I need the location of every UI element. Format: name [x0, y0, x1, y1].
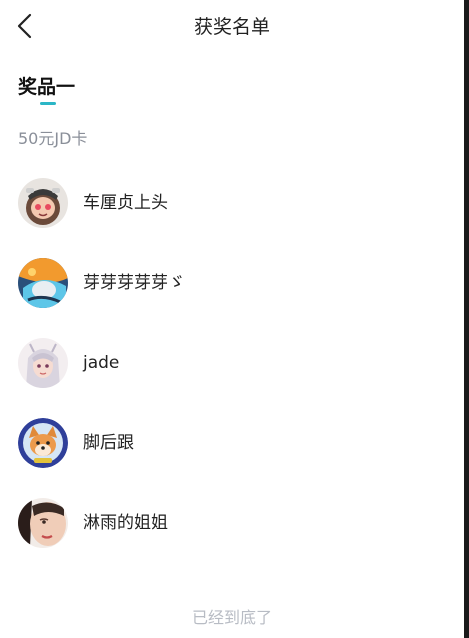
- avatar[interactable]: [18, 338, 68, 388]
- winner-name: 脚后跟: [83, 433, 134, 453]
- end-of-list-text: 已经到底了: [191, 608, 272, 627]
- winner-name: jade: [83, 353, 120, 373]
- avatar[interactable]: [18, 418, 68, 468]
- list-item: 淋雨的姐姐: [0, 482, 464, 562]
- winner-name: 车厘贞上头: [83, 193, 168, 213]
- list-item: 芽芽芽芽芽ゞ: [0, 242, 464, 322]
- list-item: 车厘贞上头: [0, 162, 464, 242]
- winner-list: 车厘贞上头 芽芽芽芽芽ゞ jade 脚后跟 淋雨的姐姐: [0, 162, 464, 562]
- avatar[interactable]: [18, 258, 68, 308]
- winner-name: 淋雨的姐姐: [83, 513, 168, 533]
- tab-prize-one[interactable]: 奖品一: [18, 75, 75, 99]
- avatar[interactable]: [18, 498, 68, 548]
- prize-name: 50元JD卡: [18, 129, 88, 148]
- prize-tabs: 奖品一: [0, 56, 464, 112]
- avatar[interactable]: [18, 178, 68, 228]
- page-title: 获奖名单: [193, 16, 270, 38]
- window-edge: [464, 0, 469, 638]
- header: 获奖名单: [0, 0, 464, 56]
- tab-active-indicator: [40, 102, 56, 105]
- winner-list-page: 获奖名单 奖品一 50元JD卡 车厘贞上头 芽芽芽芽芽ゞ jade 脚后跟 淋雨…: [0, 0, 464, 638]
- list-item: 脚后跟: [0, 402, 464, 482]
- list-item: jade: [0, 322, 464, 402]
- winner-name: 芽芽芽芽芽ゞ: [83, 273, 185, 293]
